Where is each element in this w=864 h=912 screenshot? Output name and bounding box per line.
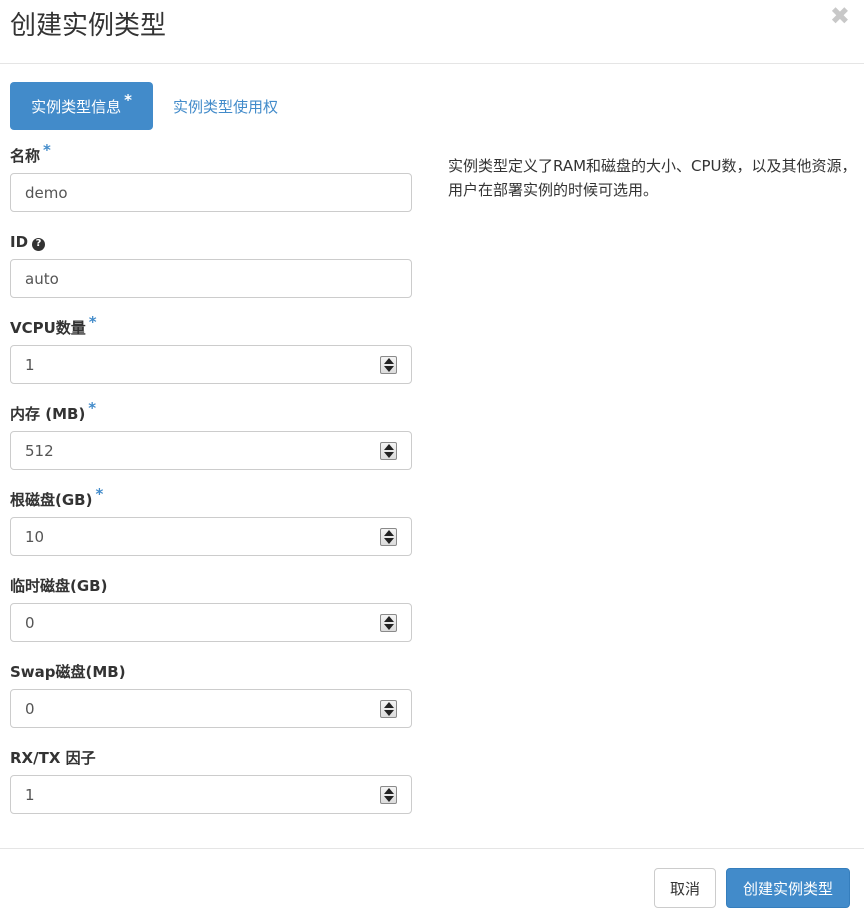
field-label: ID? xyxy=(10,226,412,258)
rxtx-factor-input[interactable]: 1 xyxy=(10,775,412,814)
tab-bar: 实例类型信息 * 实例类型使用权 xyxy=(10,82,296,130)
required-mark: * xyxy=(95,485,104,503)
field-label: 根磁盘(GB) * xyxy=(10,485,104,509)
field-label: Swap磁盘(MB) xyxy=(10,663,126,681)
flavor-form: 名称 * demo ID? auto VCPU数量 * 1 内存 (MB) * 512… xyxy=(10,140,412,828)
field-id: ID? auto xyxy=(10,226,412,312)
field-ephemeral-disk: 临时磁盘(GB) 0 xyxy=(10,570,412,656)
field-memory: 内存 (MB) * 512 xyxy=(10,398,412,484)
number-stepper[interactable] xyxy=(380,356,397,374)
arrow-down-icon[interactable] xyxy=(383,538,394,544)
number-stepper[interactable] xyxy=(380,786,397,804)
number-stepper[interactable] xyxy=(380,700,397,718)
field-label: 临时磁盘(GB) xyxy=(10,577,108,595)
question-circle-icon[interactable]: ? xyxy=(32,237,46,251)
required-mark: * xyxy=(88,313,97,331)
arrow-down-icon[interactable] xyxy=(383,452,394,458)
field-rxtx-factor: RX/TX 因子 1 xyxy=(10,742,412,828)
modal-header: 创建实例类型 ✖ xyxy=(0,0,864,64)
field-swap-disk: Swap磁盘(MB) 0 xyxy=(10,656,412,742)
arrow-down-icon[interactable] xyxy=(383,710,394,716)
id-input[interactable]: auto xyxy=(10,259,412,298)
swap-disk-input[interactable]: 0 xyxy=(10,689,412,728)
root-disk-input[interactable]: 10 xyxy=(10,517,412,556)
field-label: RX/TX 因子 xyxy=(10,749,96,767)
arrow-up-icon[interactable] xyxy=(383,788,394,794)
modal-footer: 取消 创建实例类型 xyxy=(0,848,864,912)
field-vcpus: VCPU数量 * 1 xyxy=(10,312,412,398)
tab-flavor-info-label: 实例类型信息 xyxy=(31,97,122,116)
name-input[interactable]: demo xyxy=(10,173,412,212)
arrow-down-icon[interactable] xyxy=(383,366,394,372)
required-mark: * xyxy=(43,141,51,159)
required-mark: * xyxy=(124,91,132,109)
cancel-button[interactable]: 取消 xyxy=(654,868,716,908)
arrow-up-icon[interactable] xyxy=(383,358,394,364)
tab-flavor-access-label: 实例类型使用权 xyxy=(173,97,279,116)
create-flavor-button[interactable]: 创建实例类型 xyxy=(726,868,850,908)
help-description: 实例类型定义了RAM和磁盘的大小、CPU数，以及其他资源，用户在部署实例的时候可… xyxy=(448,157,857,199)
arrow-up-icon[interactable] xyxy=(383,616,394,622)
modal-title: 创建实例类型 xyxy=(10,11,167,41)
ephemeral-disk-input[interactable]: 0 xyxy=(10,603,412,642)
field-name: 名称 * demo xyxy=(10,140,412,226)
arrow-up-icon[interactable] xyxy=(383,702,394,708)
field-label: 名称 * xyxy=(10,141,51,165)
arrow-up-icon[interactable] xyxy=(383,444,394,450)
memory-input[interactable]: 512 xyxy=(10,431,412,470)
field-root-disk: 根磁盘(GB) * 10 xyxy=(10,484,412,570)
tab-flavor-access[interactable]: 实例类型使用权 xyxy=(153,82,296,130)
field-label: 内存 (MB) * xyxy=(10,399,97,423)
arrow-down-icon[interactable] xyxy=(383,796,394,802)
number-stepper[interactable] xyxy=(380,442,397,460)
field-label: VCPU数量 * xyxy=(10,313,97,337)
tab-flavor-info[interactable]: 实例类型信息 * xyxy=(10,82,153,130)
close-icon[interactable]: ✖ xyxy=(830,2,850,30)
required-mark: * xyxy=(88,399,97,417)
arrow-up-icon[interactable] xyxy=(383,530,394,536)
number-stepper[interactable] xyxy=(380,528,397,546)
vcpus-input[interactable]: 1 xyxy=(10,345,412,384)
number-stepper[interactable] xyxy=(380,614,397,632)
arrow-down-icon[interactable] xyxy=(383,624,394,630)
